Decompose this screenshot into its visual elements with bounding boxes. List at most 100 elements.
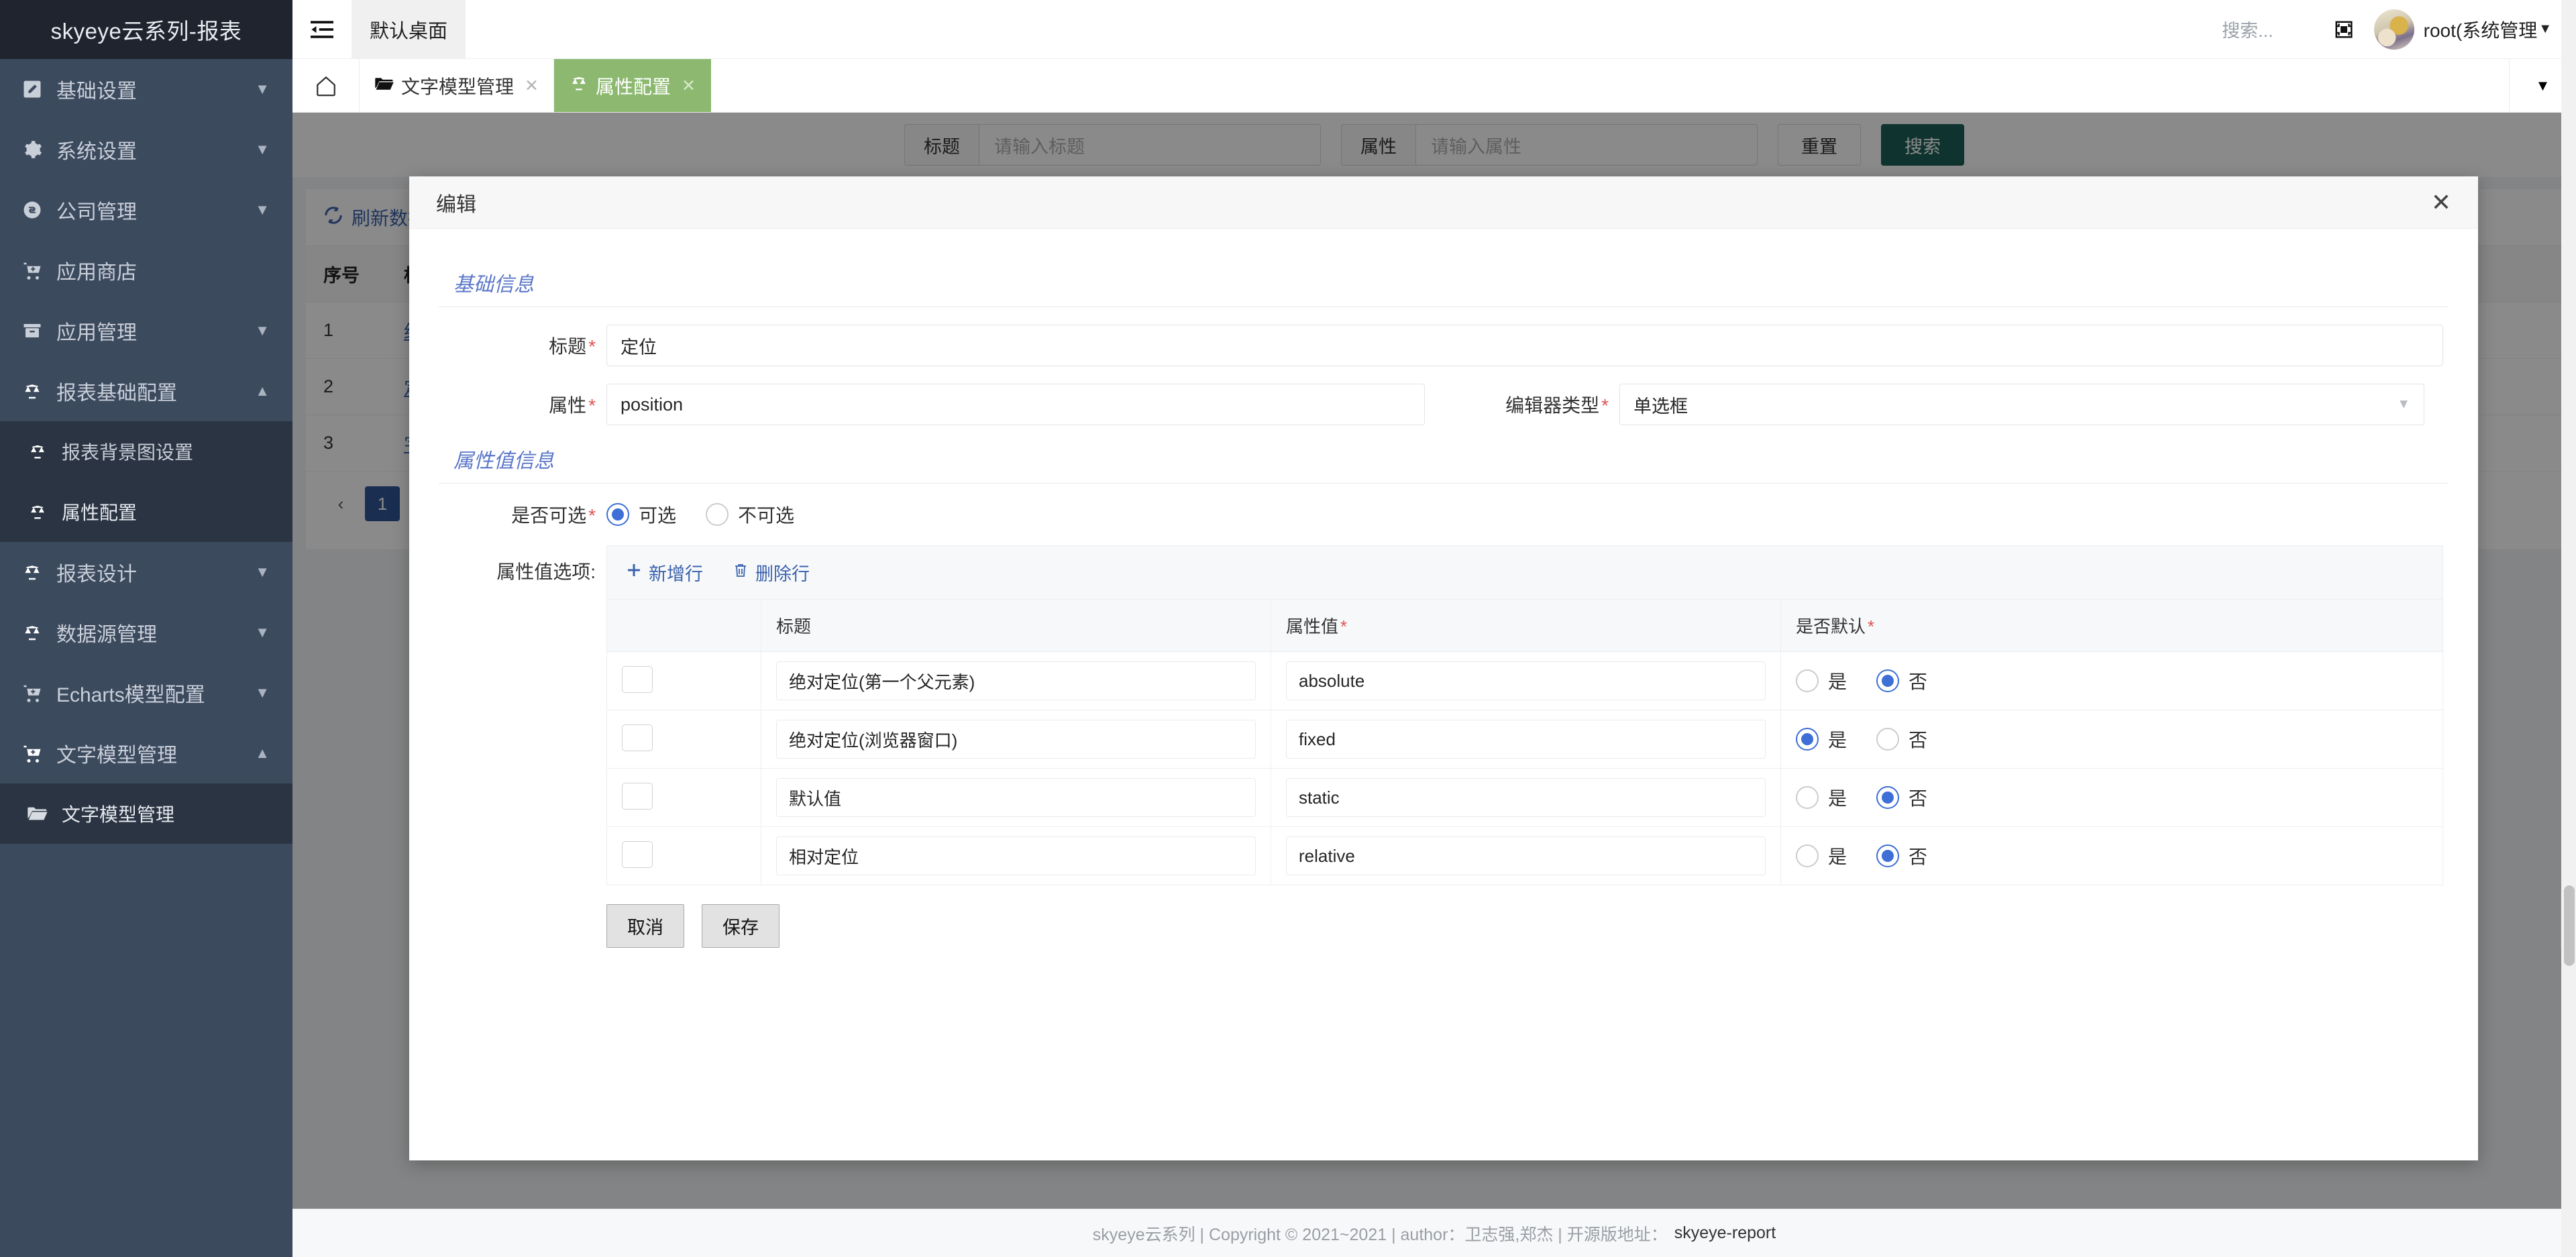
- cart-icon: [17, 743, 47, 763]
- radio-dot-icon: [1876, 844, 1900, 867]
- sidebar-item-text-model-management-sub[interactable]: 文字模型管理: [0, 783, 292, 844]
- tab-text-model-management[interactable]: 文字模型管理 ✕: [360, 59, 554, 112]
- row-value-input[interactable]: fixed: [1286, 720, 1766, 759]
- row-checkbox[interactable]: [622, 665, 653, 693]
- row-title-input[interactable]: 绝对定位(浏览器窗口): [776, 720, 1256, 759]
- sidebar-item-label: 文字模型管理: [56, 745, 177, 767]
- radio-selectable-yes[interactable]: 可选: [606, 501, 676, 528]
- radio-label: 是: [1828, 788, 1847, 809]
- row-checkbox[interactable]: [622, 840, 653, 868]
- tab-label: 文字模型管理: [401, 76, 515, 97]
- close-icon[interactable]: ✕: [682, 76, 696, 96]
- chevron-up-icon: ▲: [255, 745, 270, 761]
- row-checkbox[interactable]: [622, 724, 653, 751]
- avatar: [2373, 9, 2414, 50]
- radio-dot-icon: [706, 503, 729, 526]
- sidebar-item-echarts-model-config[interactable]: Echarts模型配置 ▼: [0, 663, 292, 723]
- radio-default-no[interactable]: 否: [1876, 842, 1927, 869]
- radio-dot-icon: [1876, 669, 1900, 692]
- close-icon[interactable]: ✕: [2431, 190, 2451, 215]
- title-input[interactable]: 定位: [606, 325, 2443, 366]
- sidebar-item-label: 应用商店: [56, 262, 137, 284]
- scale-icon: [569, 74, 589, 97]
- chevron-down-icon: ▼: [255, 201, 270, 218]
- chevron-down-icon: ▼: [255, 624, 270, 641]
- radio-label: 不可选: [738, 505, 795, 526]
- section-title-values: 属性值信息: [453, 450, 554, 472]
- sidebar-item-label: 报表基础配置: [56, 382, 177, 404]
- field-row-value-options: 属性值选项: 新增行 删除行 标题 属性值 * 是否默认 * 绝对定位(第一个父…: [439, 545, 2449, 948]
- required-marker: *: [588, 336, 596, 357]
- sidebar-item-app-store[interactable]: 应用商店: [0, 240, 292, 300]
- radio-default-no[interactable]: 否: [1876, 667, 1927, 694]
- tab-attribute-config[interactable]: 属性配置 ✕: [553, 59, 711, 112]
- desktop-tab[interactable]: 默认桌面: [352, 0, 466, 58]
- row-checkbox[interactable]: [622, 782, 653, 810]
- sidebar-item-datasource-management[interactable]: 数据源管理 ▼: [0, 602, 292, 663]
- close-icon[interactable]: ✕: [525, 76, 539, 96]
- value-options-wrapper: 新增行 删除行 标题 属性值 * 是否默认 * 绝对定位(第一个父元素) abs…: [606, 545, 2443, 948]
- sidebar-item-report-base-config[interactable]: 报表基础配置 ▲: [0, 361, 292, 421]
- radio-default-yes[interactable]: 是: [1796, 784, 1847, 811]
- menu-collapse-icon[interactable]: [292, 0, 352, 58]
- sidebar-item-system-settings[interactable]: 系统设置 ▼: [0, 119, 292, 180]
- required-marker: *: [588, 505, 596, 526]
- radio-default-yes[interactable]: 是: [1796, 842, 1847, 869]
- sidebar-item-company-management[interactable]: 公司管理 ▼: [0, 180, 292, 240]
- brand-title: skyeye云系列-报表: [0, 0, 292, 59]
- radio-dot-icon: [1796, 844, 1819, 867]
- sidebar-item-label: 文字模型管理: [62, 804, 175, 825]
- table-row: 绝对定位(第一个父元素) absolute 是 否: [606, 651, 2443, 710]
- tab-label: 属性配置: [595, 76, 671, 97]
- row-title-input[interactable]: 默认值: [776, 778, 1256, 817]
- scale-icon: [17, 622, 47, 643]
- section-title-basic: 基础信息: [453, 274, 534, 296]
- search-input[interactable]: 搜索...: [2222, 0, 2314, 58]
- sidebar-item-label: 公司管理: [56, 201, 137, 223]
- attribute-input[interactable]: position: [606, 384, 1425, 425]
- modal-body: 基础信息 标题 * 定位 属性 * position 编辑器类型 * 单选框 ▼ 属性…: [409, 229, 2478, 1160]
- radio-selectable-no[interactable]: 不可选: [706, 501, 794, 528]
- tabstrip-spacer: [711, 59, 2509, 112]
- sidebar-item-label: Echarts模型配置: [56, 684, 205, 706]
- user-menu[interactable]: root(系统管理 ▼: [2373, 0, 2576, 58]
- row-value-input[interactable]: static: [1286, 778, 1766, 817]
- chevron-up-icon: ▲: [255, 382, 270, 399]
- sidebar-item-report-design[interactable]: 报表设计 ▼: [0, 542, 292, 602]
- row-value-input[interactable]: absolute: [1286, 661, 1766, 700]
- page-scrollbar-thumb[interactable]: [2564, 885, 2575, 966]
- sidebar-menu: 基础设置 ▼ 系统设置 ▼ 公司管理 ▼ 应用商店 应用管理 ▼ 报表基础配置 …: [0, 59, 292, 844]
- radio-default-no[interactable]: 否: [1876, 726, 1927, 753]
- radio-dot-icon: [606, 503, 629, 526]
- home-icon[interactable]: [292, 59, 360, 112]
- sidebar-item-label: 应用管理: [56, 322, 137, 344]
- delete-row-button[interactable]: 删除行: [733, 559, 810, 586]
- chevron-down-icon: ▼: [255, 80, 270, 97]
- sidebar-item-basic-settings[interactable]: 基础设置 ▼: [0, 59, 292, 119]
- radio-default-no[interactable]: 否: [1876, 784, 1927, 811]
- chevron-down-icon: ▼: [255, 684, 270, 701]
- row-value-input[interactable]: relative: [1286, 836, 1766, 875]
- value-options-toolbar: 新增行 删除行: [606, 545, 2443, 599]
- add-row-button[interactable]: 新增行: [626, 559, 703, 586]
- sidebar-item-attribute-config[interactable]: 属性配置: [0, 482, 292, 542]
- save-button[interactable]: 保存: [702, 904, 780, 948]
- field-row-attribute: 属性 * position 编辑器类型 * 单选框 ▼: [439, 384, 2449, 425]
- row-title-input[interactable]: 相对定位: [776, 836, 1256, 875]
- radio-default-yes[interactable]: 是: [1796, 667, 1847, 694]
- sidebar-item-text-model-management[interactable]: 文字模型管理 ▲: [0, 723, 292, 783]
- radio-label: 否: [1909, 671, 1928, 692]
- row-title-input[interactable]: 绝对定位(第一个父元素): [776, 661, 1256, 700]
- page-scrollbar[interactable]: [2561, 0, 2576, 1257]
- user-name: root(系统管理: [2423, 19, 2538, 41]
- is-default-radio-group: 是 否: [1796, 726, 2428, 753]
- sidebar-item-report-background-settings[interactable]: 报表背景图设置: [0, 421, 292, 482]
- fullscreen-icon[interactable]: [2314, 0, 2374, 58]
- cancel-button[interactable]: 取消: [606, 904, 684, 948]
- footer-link[interactable]: skyeye-report: [1674, 1223, 1776, 1243]
- radio-default-yes[interactable]: 是: [1796, 726, 1847, 753]
- scale-icon: [17, 562, 47, 582]
- editor-type-select[interactable]: 单选框 ▼: [1619, 384, 2424, 425]
- plus-icon: [626, 562, 642, 583]
- sidebar-item-app-management[interactable]: 应用管理 ▼: [0, 300, 292, 361]
